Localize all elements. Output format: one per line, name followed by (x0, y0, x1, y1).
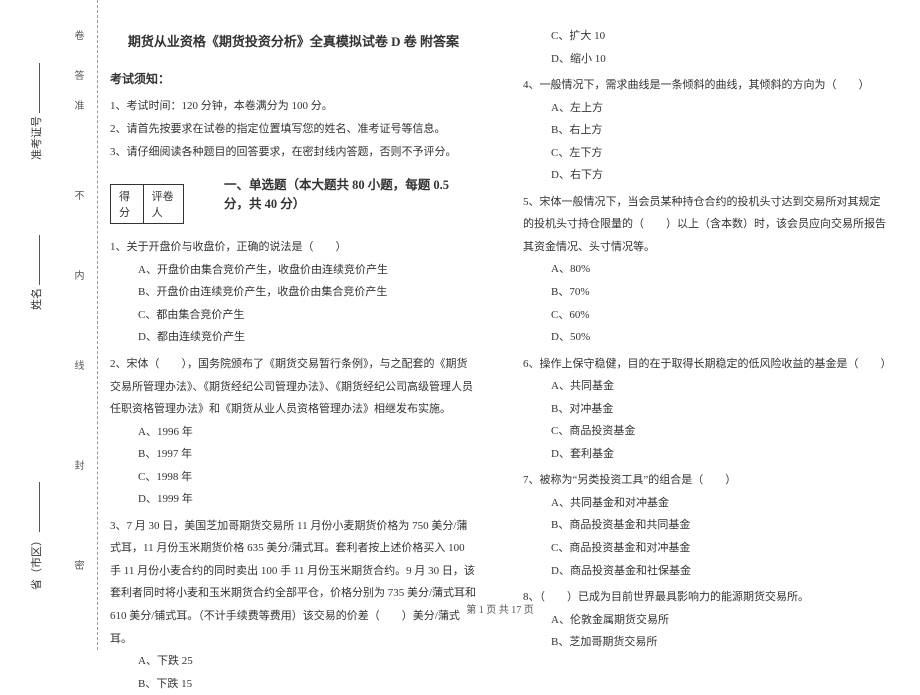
q7-opt-d: D、商品投资基金和社保基金 (523, 560, 890, 583)
q7-stem: 7、被称为“另类投资工具”的组合是（ ） (523, 469, 890, 492)
province-field[interactable]: 省（市区） (28, 482, 44, 590)
q3-opt-d: D、缩小 10 (523, 48, 890, 71)
q3-opt-a: A、下跌 25 (110, 650, 477, 673)
score-cell-rater: 评卷人 (144, 185, 183, 223)
q1-opt-c: C、都由集合竞价产生 (110, 304, 477, 327)
score-cell-score: 得分 (111, 185, 144, 223)
q6-stem: 6、操作上保守稳健，目的在于取得长期稳定的低风险收益的基金是（ ） (523, 353, 890, 376)
q6-opt-a: A、共同基金 (523, 375, 890, 398)
q4-stem: 4、一般情况下，需求曲线是一条倾斜的曲线，其倾斜的方向为（ ） (523, 74, 890, 97)
q3-opt-c: C、扩大 10 (523, 25, 890, 48)
q5-opt-a: A、80% (523, 258, 890, 281)
q5-opt-d: D、50% (523, 326, 890, 349)
binding-char-da: 答 (70, 70, 85, 90)
q3-stem: 3、7 月 30 日，美国芝加哥期货交易所 11 月份小麦期货价格为 750 美… (110, 515, 477, 650)
page-body: 期货从业资格《期货投资分析》全真模拟试卷 D 卷 附答案 考试须知： 1、考试时… (110, 25, 890, 620)
q5-opt-b: B、70% (523, 281, 890, 304)
left-column: 期货从业资格《期货投资分析》全真模拟试卷 D 卷 附答案 考试须知： 1、考试时… (110, 25, 477, 695)
province-underline[interactable] (39, 482, 40, 532)
q1-opt-d: D、都由连续竞价产生 (110, 326, 477, 349)
q6-opt-b: B、对冲基金 (523, 398, 890, 421)
q2-opt-a: A、1996 年 (110, 421, 477, 444)
province-label: 省（市区） (31, 535, 43, 590)
q7-opt-b: B、商品投资基金和共同基金 (523, 514, 890, 537)
name-label: 姓名 (31, 288, 43, 310)
admission-label: 准考证号 (31, 116, 43, 160)
notice-1: 1、考试时间：120 分钟，本卷满分为 100 分。 (110, 95, 477, 118)
exam-title: 期货从业资格《期货投资分析》全真模拟试卷 D 卷 附答案 (110, 31, 477, 50)
q5-opt-c: C、60% (523, 304, 890, 327)
q4-opt-a: A、左上方 (523, 97, 890, 120)
q7-opt-c: C、商品投资基金和对冲基金 (523, 537, 890, 560)
q1-stem: 1、关于开盘价与收盘价，正确的说法是（ ） (110, 236, 477, 259)
q7-opt-a: A、共同基金和对冲基金 (523, 492, 890, 515)
right-column: C、扩大 10 D、缩小 10 4、一般情况下，需求曲线是一条倾斜的曲线，其倾斜… (523, 25, 890, 695)
section-heading: 一、单选题（本大题共 80 小题，每题 0.5 分，共 40 分） (224, 174, 477, 212)
admission-underline[interactable] (39, 63, 40, 113)
name-field[interactable]: 姓名 (28, 235, 44, 310)
q2-opt-d: D、1999 年 (110, 488, 477, 511)
q5-stem: 5、宋体一般情况下，当会员某种持仓合约的投机头寸达到交易所对其规定的投机头寸持仓… (523, 191, 890, 259)
notice-heading: 考试须知： (110, 70, 477, 87)
q2-opt-c: C、1998 年 (110, 466, 477, 489)
binding-line: 密 封 线 内 不 准 答 卷 (62, 0, 98, 650)
q1-opt-a: A、开盘价由集合竞价产生，收盘价由连续竞价产生 (110, 259, 477, 282)
q2-opt-b: B、1997 年 (110, 443, 477, 466)
q4-opt-d: D、右下方 (523, 164, 890, 187)
page-footer: 第 1 页 共 17 页 (110, 601, 890, 616)
candidate-fields: 省（市区） 姓名 准考证号 (0, 0, 60, 650)
binding-char-bu: 不 (70, 190, 85, 210)
binding-char-mi: 密 (70, 560, 85, 580)
q4-opt-c: C、左下方 (523, 142, 890, 165)
binding-char-xian: 线 (70, 360, 85, 380)
binding-char-juan: 卷 (70, 30, 85, 50)
notice-3: 3、请仔细阅读各种题目的回答要求，在密封线内答题，否则不予评分。 (110, 141, 477, 164)
binding-char-nei: 内 (70, 270, 85, 290)
q8-opt-b: B、芝加哥期货交易所 (523, 631, 890, 654)
q6-opt-c: C、商品投资基金 (523, 420, 890, 443)
score-box: 得分 评卷人 (110, 184, 184, 224)
binding-char-feng: 封 (70, 460, 85, 480)
notice-2: 2、请首先按要求在试卷的指定位置填写您的姓名、准考证号等信息。 (110, 118, 477, 141)
admission-field[interactable]: 准考证号 (28, 63, 44, 160)
q3-opt-b: B、下跌 15 (110, 673, 477, 695)
name-underline[interactable] (39, 235, 40, 285)
binding-char-zhun: 准 (70, 100, 85, 120)
q1-opt-b: B、开盘价由连续竞价产生，收盘价由集合竞价产生 (110, 281, 477, 304)
q2-stem: 2、宋体（ ），国务院颁布了《期货交易暂行条例》，与之配套的《期货交易所管理办法… (110, 353, 477, 421)
q6-opt-d: D、套利基金 (523, 443, 890, 466)
q4-opt-b: B、右上方 (523, 119, 890, 142)
